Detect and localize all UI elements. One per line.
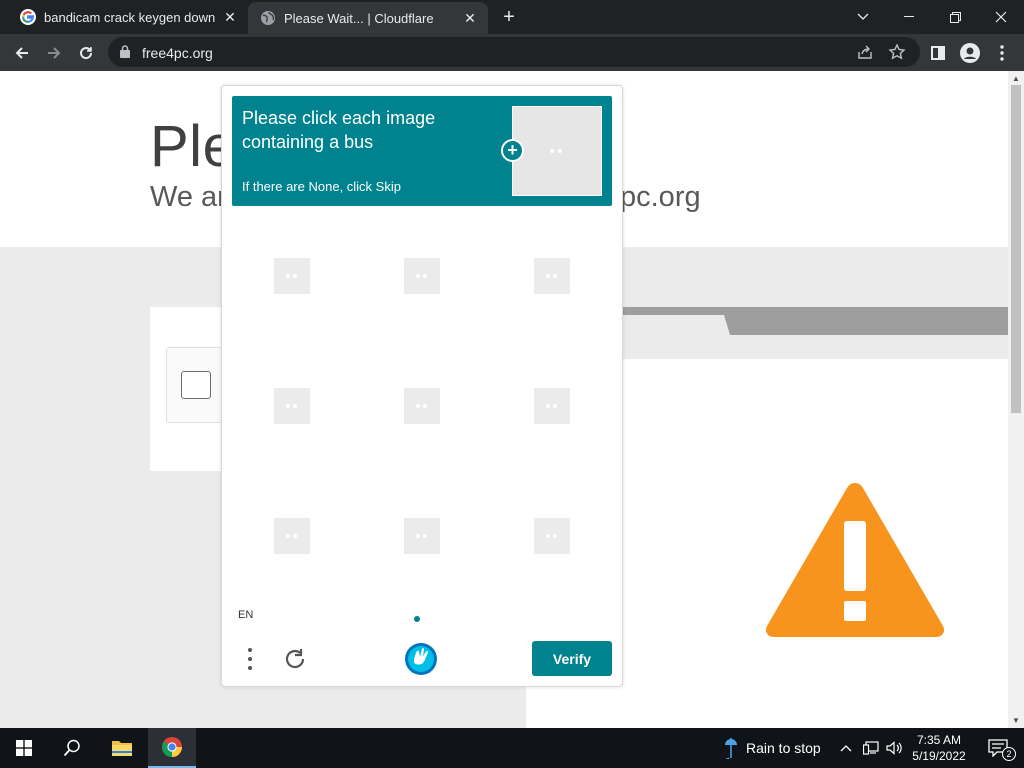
weather-status-text[interactable]: Rain to stop [746,728,830,768]
lock-icon[interactable] [120,45,130,58]
windows-logo-icon [16,740,32,756]
captcha-example-image[interactable] [512,106,602,196]
captcha-image-tile[interactable] [487,211,617,341]
captcha-image-tile[interactable] [227,211,357,341]
start-button[interactable] [0,728,48,768]
captcha-image-tile[interactable] [357,471,487,601]
challenge-page-indicator [414,616,420,622]
warning-icon [765,483,945,637]
browser-graphic-tab [620,307,730,335]
scroll-down-arrow-icon[interactable]: ▼ [1012,716,1020,725]
windows-taskbar: Rain to stop 7:35 AM 5/19/2022 2 [0,728,1024,768]
captcha-challenge-dialog: Please click each image containing a bus… [221,85,623,687]
volume-icon[interactable] [884,728,906,768]
captcha-image-tile[interactable] [357,211,487,341]
chrome-icon [162,737,183,758]
hcaptcha-logo-icon[interactable] [404,642,438,676]
notification-center-button[interactable]: 2 [978,728,1018,768]
language-selector[interactable]: EN [238,609,253,621]
network-icon[interactable] [860,728,882,768]
address-bar[interactable]: free4pc.org [108,37,920,67]
tab-title: bandicam crack keygen downloa [44,9,216,25]
clock-date: 5/19/2022 [912,749,966,763]
image-placeholder [274,258,310,294]
captcha-image-tile[interactable] [357,341,487,471]
close-window-button[interactable] [978,0,1024,34]
captcha-image-tile[interactable] [487,471,617,601]
scroll-thumb[interactable] [1011,85,1021,413]
browser-graphic-frame [620,335,1008,359]
tab-cloudflare[interactable]: Please Wait... | Cloudflare ✕ [248,2,488,34]
minimize-button[interactable] [886,0,932,34]
profile-avatar-icon[interactable] [956,39,984,67]
captcha-menu-icon[interactable] [242,646,258,672]
image-placeholder [534,388,570,424]
new-tab-button[interactable]: + [499,7,519,27]
share-icon[interactable] [856,43,874,61]
forward-button[interactable] [40,39,68,67]
tab-bandicam-search[interactable]: bandicam crack keygen downloa ✕ [8,0,248,34]
image-placeholder [404,388,440,424]
side-panel-button[interactable] [924,39,952,67]
system-clock[interactable]: 7:35 AM 5/19/2022 [904,732,974,764]
scroll-up-arrow-icon[interactable]: ▲ [1012,74,1020,83]
notification-count-badge: 2 [1002,747,1016,761]
image-placeholder [274,518,310,554]
tab-close-icon[interactable]: ✕ [222,9,238,25]
page-subline-domain: pc.org [620,181,701,213]
chrome-taskbar-button[interactable] [148,728,196,768]
page-subline: We ar [150,181,227,213]
captcha-prompt-hint: If there are None, click Skip [242,179,401,194]
captcha-prompt-text: Please click each image containing a bus [242,108,436,152]
search-button[interactable] [48,728,96,768]
image-placeholder [404,518,440,554]
tab-close-icon[interactable]: ✕ [462,10,478,26]
image-placeholder [534,258,570,294]
captcha-image-tile[interactable] [487,341,617,471]
verify-button[interactable]: Verify [532,641,612,676]
tab-title: Please Wait... | Cloudflare [284,10,434,26]
restore-button[interactable] [932,0,978,34]
refresh-challenge-icon[interactable] [282,646,308,672]
menu-kebab-icon[interactable] [988,39,1016,67]
human-checkbox[interactable] [181,371,211,399]
tab-search-chevron-icon[interactable] [840,0,886,34]
folder-icon [112,741,132,756]
browser-toolbar: free4pc.org [0,34,1024,71]
bookmark-star-icon[interactable] [888,43,906,61]
expand-example-plus-icon[interactable]: + [501,139,524,162]
image-placeholder [274,388,310,424]
reload-button[interactable] [72,39,100,67]
clock-time: 7:35 AM [916,733,962,747]
weather-rain-icon[interactable] [722,728,740,768]
search-icon [63,739,80,757]
back-button[interactable] [8,39,36,67]
browser-tab-strip: bandicam crack keygen downloa ✕ Please W… [0,0,1024,34]
google-icon [20,9,36,25]
image-placeholder [534,518,570,554]
url-text: free4pc.org [142,45,213,61]
captcha-prompt-banner: Please click each image containing a bus… [232,96,612,206]
globe-icon [261,11,275,25]
captcha-image-tile[interactable] [227,341,357,471]
image-placeholder [404,258,440,294]
captcha-image-tile[interactable] [227,471,357,601]
file-explorer-button[interactable] [98,728,146,768]
show-hidden-icons-chevron-icon[interactable] [838,728,854,768]
page-scrollbar[interactable]: ▲ ▼ [1008,71,1024,728]
